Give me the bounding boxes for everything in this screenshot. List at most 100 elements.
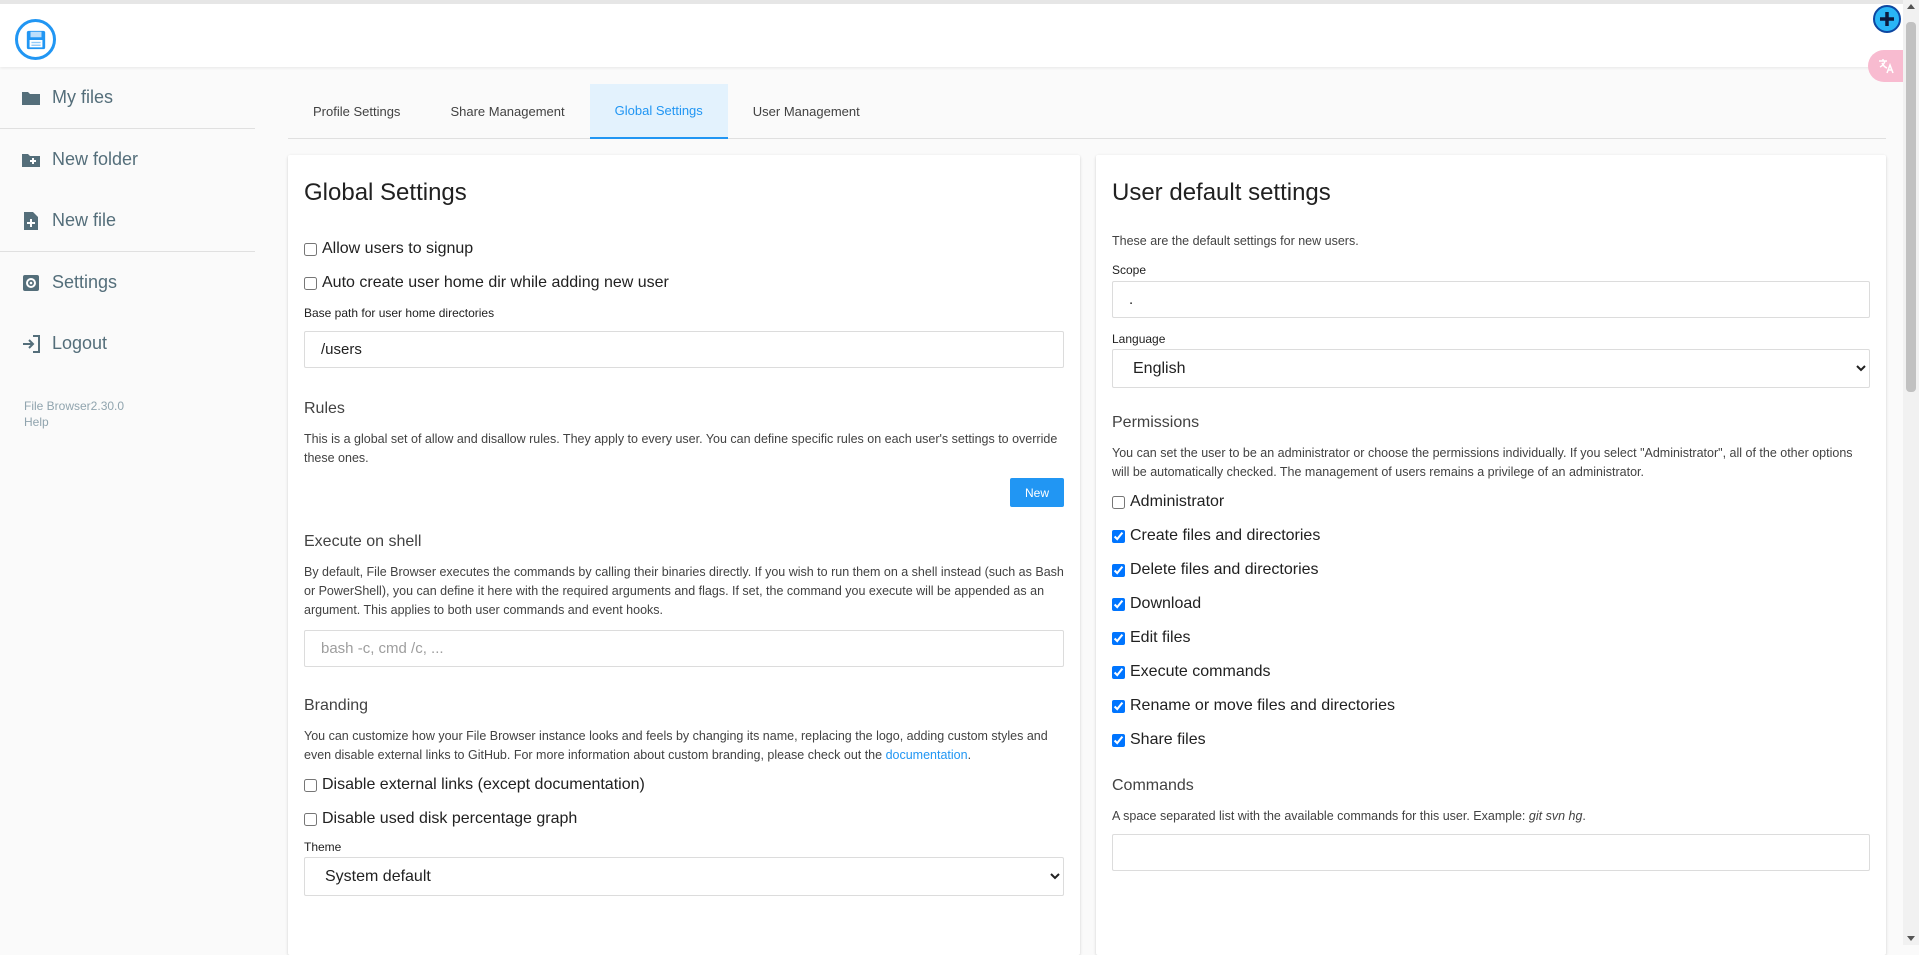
commands-input[interactable] bbox=[1112, 834, 1870, 871]
footer-info: File Browser2.30.0 Help bbox=[0, 398, 256, 430]
global-settings-card: Global Settings Allow users to signup Au… bbox=[288, 155, 1080, 955]
commands-end: . bbox=[1582, 809, 1586, 823]
sidebar-item-new-file[interactable]: New file bbox=[0, 190, 256, 251]
disable-external-links-input[interactable] bbox=[304, 778, 317, 792]
scroll-thumb[interactable] bbox=[1906, 22, 1916, 392]
checkbox-label: Administrator bbox=[1130, 493, 1225, 510]
auto-home-input[interactable] bbox=[304, 276, 317, 290]
auto-home-checkbox[interactable]: Auto create user home dir while adding n… bbox=[304, 266, 1064, 300]
permission-input[interactable] bbox=[1112, 495, 1125, 509]
user-default-settings-card: User default settings These are the defa… bbox=[1096, 155, 1886, 955]
shell-description: By default, File Browser executes the co… bbox=[304, 565, 1064, 617]
card-title: Global Settings bbox=[304, 179, 467, 206]
file-browser-logo[interactable] bbox=[15, 19, 56, 60]
branding-end: . bbox=[967, 748, 972, 762]
permission-input[interactable] bbox=[1112, 733, 1125, 747]
documentation-link[interactable]: documentation bbox=[886, 748, 968, 762]
logout-icon bbox=[20, 333, 42, 355]
allow-signup-checkbox[interactable]: Allow users to signup bbox=[304, 232, 1064, 266]
permission-checkbox[interactable]: Administrator bbox=[1112, 485, 1870, 519]
permission-input[interactable] bbox=[1112, 665, 1125, 679]
floppy-disk-icon bbox=[26, 30, 45, 49]
rules-heading: Rules bbox=[304, 400, 345, 417]
disable-disk-graph-checkbox[interactable]: Disable used disk percentage graph bbox=[304, 802, 1064, 836]
commands-example: git svn hg bbox=[1528, 809, 1583, 823]
permission-checkbox[interactable]: Download bbox=[1112, 587, 1870, 621]
permission-checkbox[interactable]: Execute commands bbox=[1112, 655, 1870, 689]
card-title: User default settings bbox=[1112, 179, 1331, 206]
tab-profile-settings[interactable]: Profile Settings bbox=[288, 84, 425, 139]
sidebar-item-label: New folder bbox=[52, 149, 139, 169]
new-folder-icon bbox=[20, 149, 42, 171]
scroll-up-arrow-icon[interactable] bbox=[1907, 4, 1915, 9]
permission-checkbox[interactable]: Edit files bbox=[1112, 621, 1870, 655]
checkbox-label: Create files and directories bbox=[1130, 527, 1321, 544]
checkbox-label: Delete files and directories bbox=[1130, 561, 1319, 578]
permission-checkbox[interactable]: Share files bbox=[1112, 723, 1870, 757]
help-link[interactable]: Help bbox=[24, 414, 256, 430]
permission-checkbox[interactable]: Create files and directories bbox=[1112, 519, 1870, 553]
sidebar-item-settings[interactable]: Settings bbox=[0, 252, 256, 313]
checkbox-label: Share files bbox=[1130, 731, 1206, 748]
allow-signup-input[interactable] bbox=[304, 242, 317, 256]
permission-input[interactable] bbox=[1112, 631, 1125, 645]
sidebar-item-logout[interactable]: Logout bbox=[0, 313, 256, 374]
checkbox-label: Download bbox=[1130, 595, 1202, 612]
commands-description: A space separated list with the availabl… bbox=[1112, 807, 1870, 826]
tab-user-management[interactable]: User Management bbox=[728, 84, 885, 139]
checkbox-label: Disable external links (except documenta… bbox=[322, 776, 645, 793]
shell-input[interactable] bbox=[304, 630, 1064, 667]
scroll-down-arrow-icon[interactable] bbox=[1907, 936, 1915, 941]
top-header bbox=[0, 0, 1903, 67]
rules-description: This is a global set of allow and disall… bbox=[304, 432, 1058, 465]
folder-icon bbox=[20, 87, 42, 109]
base-path-label: Base path for user home directories bbox=[304, 306, 495, 320]
version-text: File Browser2.30.0 bbox=[24, 399, 125, 413]
permissions-description: You can set the user to be an administra… bbox=[1112, 446, 1853, 479]
execute-on-shell-heading: Execute on shell bbox=[304, 533, 422, 550]
base-path-input[interactable] bbox=[304, 331, 1064, 368]
permissions-list: Administrator Create files and directorie… bbox=[1112, 485, 1870, 757]
permission-input[interactable] bbox=[1112, 563, 1125, 577]
checkbox-label: Auto create user home dir while adding n… bbox=[322, 274, 669, 291]
permissions-heading: Permissions bbox=[1112, 414, 1200, 431]
theme-select[interactable]: System default bbox=[304, 857, 1064, 896]
language-select[interactable]: English bbox=[1112, 349, 1870, 388]
sidebar-item-my-files[interactable]: My files bbox=[0, 67, 256, 128]
scope-input[interactable] bbox=[1112, 281, 1870, 318]
permission-input[interactable] bbox=[1112, 529, 1125, 543]
settings-tabs: Profile Settings Share Management Global… bbox=[288, 84, 1886, 139]
disable-external-links-checkbox[interactable]: Disable external links (except documenta… bbox=[304, 768, 1064, 802]
disable-disk-graph-input[interactable] bbox=[304, 812, 317, 826]
permission-input[interactable] bbox=[1112, 597, 1125, 611]
permission-input[interactable] bbox=[1112, 699, 1125, 713]
checkbox-label: Execute commands bbox=[1130, 663, 1271, 680]
language-label: Language bbox=[1112, 332, 1166, 346]
sidebar: My files New folder New file Settings Lo… bbox=[0, 67, 256, 430]
permission-checkbox[interactable]: Rename or move files and directories bbox=[1112, 689, 1870, 723]
sidebar-item-label: My files bbox=[52, 87, 114, 107]
branding-heading: Branding bbox=[304, 697, 369, 714]
checkbox-label: Allow users to signup bbox=[322, 240, 474, 257]
checkbox-label: Edit files bbox=[1130, 629, 1191, 646]
translate-icon[interactable] bbox=[1868, 50, 1904, 82]
sidebar-item-label: Logout bbox=[52, 333, 108, 353]
commands-text: A space separated list with the availabl… bbox=[1112, 809, 1526, 823]
tab-global-settings[interactable]: Global Settings bbox=[589, 84, 728, 139]
permission-checkbox[interactable]: Delete files and directories bbox=[1112, 553, 1870, 587]
checkbox-label: Disable used disk percentage graph bbox=[322, 810, 578, 827]
new-rule-button[interactable]: New bbox=[1010, 478, 1064, 507]
defaults-description: These are the default settings for new u… bbox=[1112, 234, 1359, 248]
scope-label: Scope bbox=[1112, 263, 1147, 277]
new-file-icon bbox=[20, 210, 42, 232]
checkbox-label: Rename or move files and directories bbox=[1130, 697, 1396, 714]
sidebar-item-label: New file bbox=[52, 210, 117, 230]
sidebar-item-new-folder[interactable]: New folder bbox=[0, 129, 256, 190]
commands-heading: Commands bbox=[1112, 777, 1194, 794]
settings-icon bbox=[20, 272, 42, 294]
extension-plus-icon[interactable] bbox=[1873, 5, 1901, 33]
theme-label: Theme bbox=[304, 840, 342, 854]
tab-share-management[interactable]: Share Management bbox=[425, 84, 589, 139]
page-scrollbar[interactable] bbox=[1903, 0, 1919, 945]
sidebar-item-label: Settings bbox=[52, 272, 118, 292]
